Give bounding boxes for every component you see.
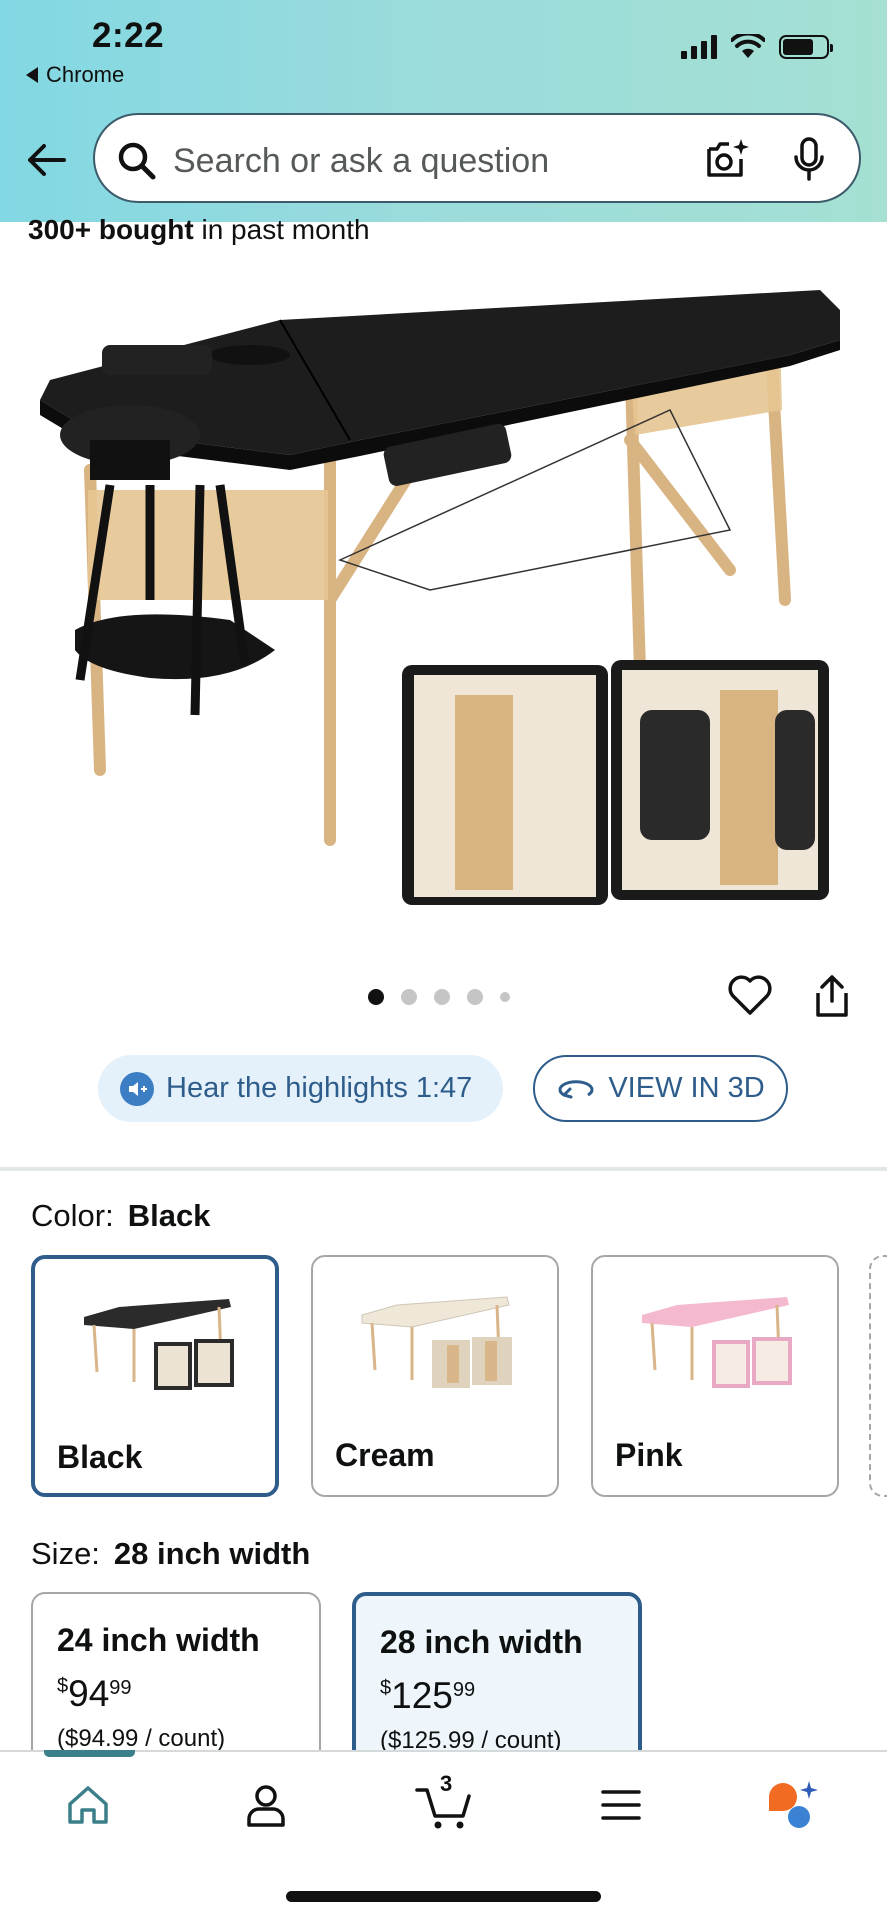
search-icon bbox=[118, 142, 156, 180]
size-selected: 28 inch width bbox=[113, 1536, 311, 1571]
wifi-icon bbox=[731, 34, 765, 58]
bought-count: 300+ bought bbox=[28, 214, 194, 245]
menu-icon bbox=[601, 1790, 641, 1820]
carousel-dot[interactable] bbox=[434, 989, 450, 1005]
color-option-label: Pink bbox=[615, 1437, 683, 1473]
color-option-label: Cream bbox=[335, 1437, 435, 1473]
microphone-icon[interactable] bbox=[789, 135, 829, 183]
section-divider bbox=[0, 1167, 887, 1171]
bought-in-past-month: 300+ bought in past month bbox=[28, 214, 370, 246]
black-table-thumbnail bbox=[84, 1299, 234, 1390]
header: 2:22 Chrome Search or ask a question bbox=[0, 0, 887, 222]
home-icon bbox=[68, 1786, 108, 1824]
share-icon[interactable] bbox=[812, 973, 852, 1019]
rufus-assistant-icon bbox=[769, 1781, 818, 1828]
size-option-title: 24 inch width bbox=[57, 1622, 260, 1658]
status-icons bbox=[681, 34, 833, 60]
nav-rufus[interactable] bbox=[763, 1775, 823, 1835]
color-option-label: Black bbox=[57, 1439, 143, 1475]
size-option-price: $9499 bbox=[57, 1673, 132, 1714]
back-to-app-link[interactable]: Chrome bbox=[26, 62, 124, 88]
search-placeholder: Search or ask a question bbox=[173, 142, 550, 180]
image-carousel-dots[interactable] bbox=[368, 989, 510, 1005]
carousel-dot[interactable] bbox=[401, 989, 417, 1005]
view-in-3d-button[interactable]: VIEW IN 3D bbox=[533, 1055, 788, 1122]
size-label: Size: bbox=[31, 1536, 100, 1571]
color-option-more[interactable] bbox=[869, 1255, 887, 1497]
cellular-signal-icon bbox=[681, 35, 717, 59]
nav-active-indicator bbox=[44, 1750, 135, 1757]
heart-icon[interactable] bbox=[727, 973, 773, 1017]
size-heading: Size: 28 inch width bbox=[31, 1536, 310, 1572]
pink-table-thumbnail bbox=[642, 1297, 792, 1388]
nav-home[interactable] bbox=[58, 1775, 118, 1835]
camera-search-icon[interactable] bbox=[703, 135, 751, 183]
back-app-label: Chrome bbox=[46, 62, 125, 87]
nav-account[interactable] bbox=[236, 1775, 296, 1835]
product-image-massage-table[interactable] bbox=[30, 270, 860, 920]
color-option-pink[interactable]: Pink bbox=[591, 1255, 839, 1497]
hear-highlights-label: Hear the highlights 1:47 bbox=[166, 1072, 473, 1104]
audio-icon bbox=[120, 1071, 154, 1106]
size-option-price: $12599 bbox=[380, 1675, 476, 1716]
cream-table-thumbnail bbox=[361, 1296, 512, 1388]
home-indicator bbox=[286, 1891, 601, 1902]
color-option-black[interactable]: Black bbox=[31, 1255, 279, 1497]
carousel-dot[interactable] bbox=[368, 989, 384, 1005]
color-heading: Color: Black bbox=[31, 1198, 210, 1234]
search-bar[interactable]: Search or ask a question bbox=[93, 113, 861, 203]
color-label: Color: bbox=[31, 1198, 114, 1233]
size-option-title: 28 inch width bbox=[380, 1624, 583, 1660]
back-triangle-icon bbox=[26, 67, 38, 83]
bought-period: in past month bbox=[193, 214, 370, 245]
back-arrow-icon[interactable] bbox=[24, 138, 68, 182]
carousel-dot[interactable] bbox=[467, 989, 483, 1005]
color-option-cream[interactable]: Cream bbox=[311, 1255, 559, 1497]
size-option-unit-price: ($94.99 / count) bbox=[57, 1725, 226, 1752]
color-selected: Black bbox=[127, 1198, 211, 1233]
account-icon bbox=[247, 1785, 285, 1827]
cart-count-badge: 3 bbox=[440, 1771, 453, 1796]
status-time: 2:22 bbox=[92, 16, 165, 55]
nav-menu[interactable] bbox=[591, 1775, 651, 1835]
folded-table-inset bbox=[402, 660, 829, 905]
view-in-3d-label: VIEW IN 3D bbox=[608, 1072, 765, 1104]
hear-highlights-button[interactable]: Hear the highlights 1:47 bbox=[98, 1055, 503, 1122]
rotate-3d-icon bbox=[558, 1079, 594, 1098]
battery-icon bbox=[779, 35, 833, 59]
carousel-dot[interactable] bbox=[500, 992, 510, 1002]
